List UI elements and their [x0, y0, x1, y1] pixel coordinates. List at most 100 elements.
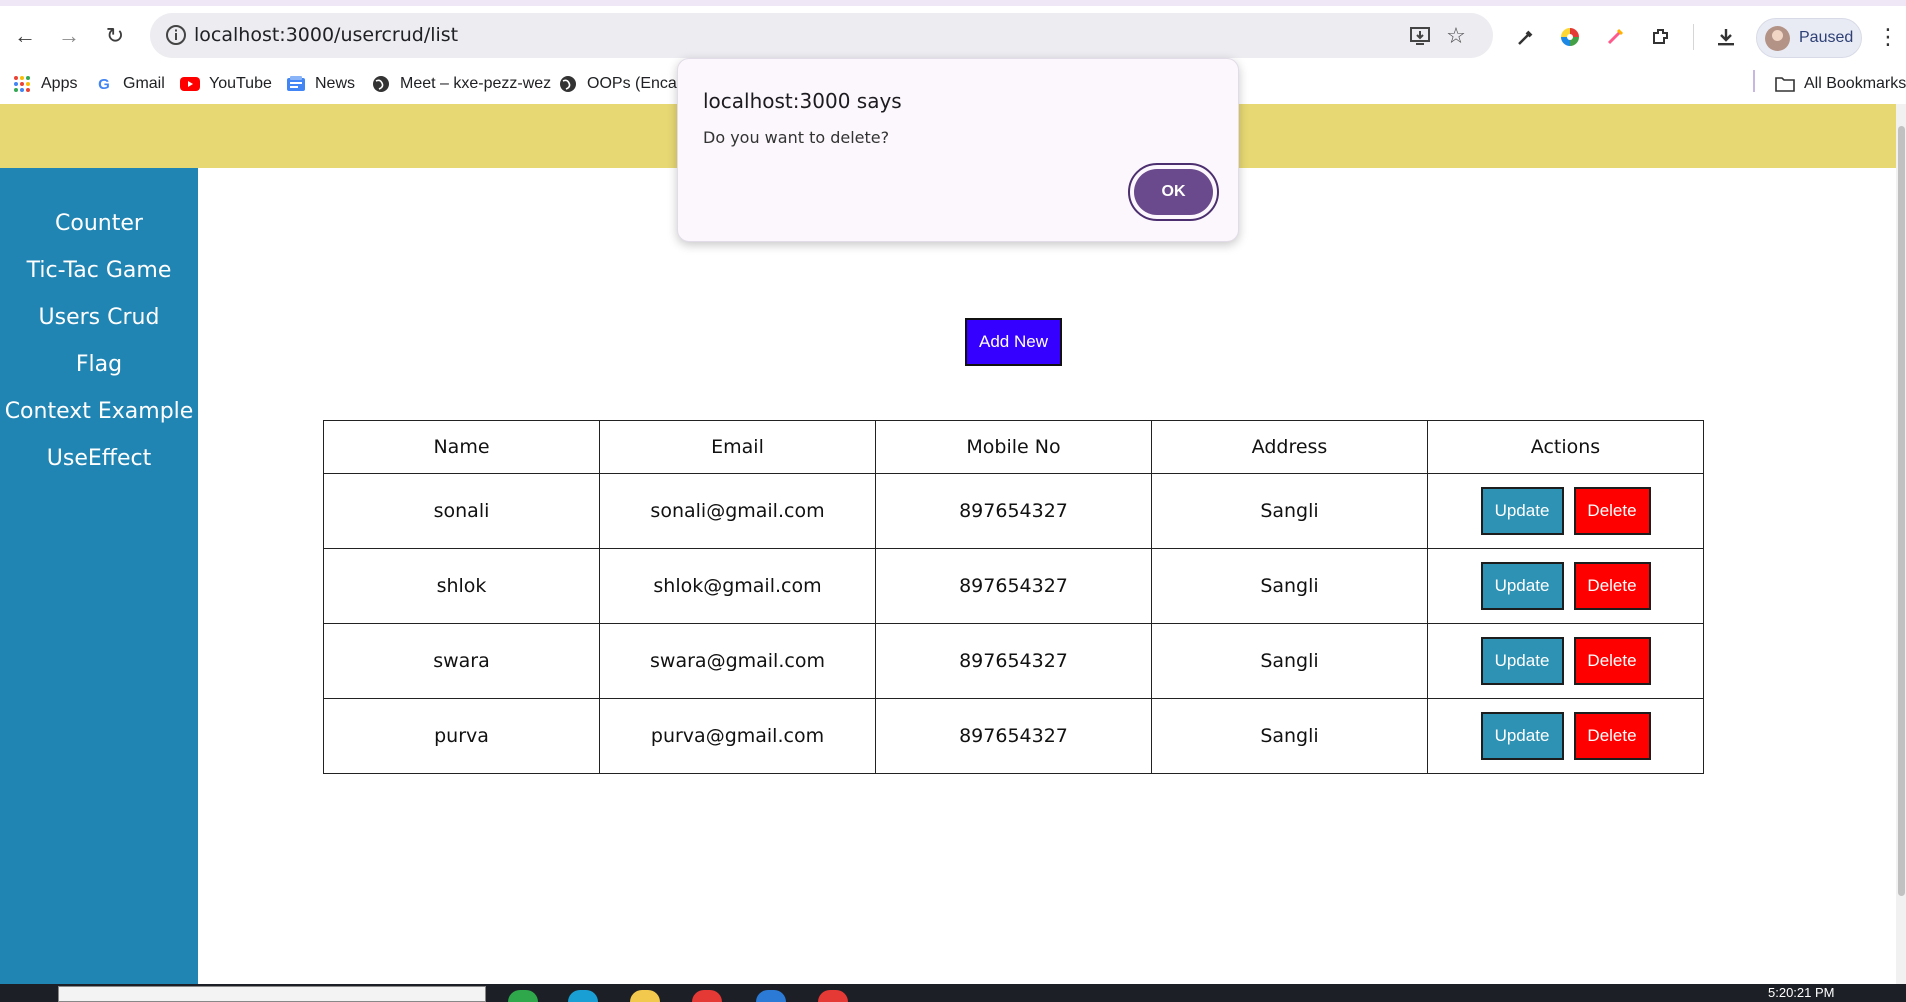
news-icon [286, 74, 306, 94]
cell-email: swara@gmail.com [599, 623, 876, 699]
apps-grid-icon [12, 74, 32, 94]
taskbar-search-box[interactable] [58, 986, 486, 1002]
cell-name: purva [323, 698, 600, 774]
cell-actions: Update Delete [1427, 698, 1704, 774]
table-row: sonali sonali@gmail.com 897654327 Sangli… [323, 473, 1704, 549]
update-button[interactable]: Update [1480, 637, 1564, 685]
dialog-title: localhost:3000 says [703, 89, 902, 113]
bookmark-gmail[interactable]: G Gmail [94, 72, 165, 96]
bookmark-news[interactable]: News [286, 72, 355, 96]
taskbar-app-icon[interactable] [818, 990, 848, 1002]
table-header-row: Name Email Mobile No Address Actions [323, 420, 1704, 474]
delete-button[interactable]: Delete [1573, 712, 1651, 760]
update-button[interactable]: Update [1480, 562, 1564, 610]
cell-email: sonali@gmail.com [599, 473, 876, 549]
eyedropper-extension-icon[interactable] [1512, 23, 1540, 51]
address-bar[interactable]: localhost:3000/usercrud/list ☆ [150, 13, 1493, 58]
bookmark-star-icon[interactable]: ☆ [1443, 23, 1469, 49]
taskbar-folder-icon[interactable] [630, 990, 660, 1002]
all-bookmarks[interactable]: All Bookmarks [1775, 72, 1906, 96]
dialog-message: Do you want to delete? [703, 128, 890, 147]
cell-email: purva@gmail.com [599, 698, 876, 774]
cell-address: Sangli [1151, 548, 1428, 624]
downloads-icon[interactable] [1712, 23, 1740, 51]
bookmark-label: Apps [41, 75, 78, 92]
ok-button[interactable]: OK [1134, 169, 1213, 215]
cell-actions: Update Delete [1427, 473, 1704, 549]
column-header-email: Email [599, 420, 876, 474]
taskbar-chrome-icon[interactable] [692, 990, 722, 1002]
extensions-puzzle-icon[interactable] [1647, 23, 1675, 51]
pen-extension-icon[interactable] [1601, 23, 1629, 51]
forward-icon[interactable]: → [52, 19, 86, 53]
cell-actions: Update Delete [1427, 548, 1704, 624]
url-text[interactable]: localhost:3000/usercrud/list [194, 24, 458, 46]
ok-button-focus-ring: OK [1128, 163, 1219, 221]
delete-button[interactable]: Delete [1573, 637, 1651, 685]
column-header-mobile: Mobile No [875, 420, 1152, 474]
sidebar-item-useeffect[interactable]: UseEffect [0, 446, 198, 471]
cell-address: Sangli [1151, 623, 1428, 699]
table-row: purva purva@gmail.com 897654327 Sangli U… [323, 698, 1704, 774]
browser-menu-icon[interactable]: ⋮ [1874, 23, 1902, 51]
os-taskbar: 5:20:21 PM [0, 984, 1906, 1002]
all-bookmarks-label: All Bookmarks [1804, 75, 1906, 92]
cell-actions: Update Delete [1427, 623, 1704, 699]
back-icon[interactable]: ← [8, 19, 42, 53]
bookmark-youtube[interactable]: YouTube [180, 72, 272, 96]
sidebar-item-tic-tac-game[interactable]: Tic-Tac Game [0, 258, 198, 283]
profile-status-label: Paused [1799, 29, 1854, 46]
sidebar-item-counter[interactable]: Counter [0, 211, 198, 236]
table-row: shlok shlok@gmail.com 897654327 Sangli U… [323, 548, 1704, 624]
bookmarks-divider [1753, 70, 1755, 92]
cell-mobile: 897654327 [875, 548, 1152, 624]
column-header-name: Name [323, 420, 600, 474]
browser-toolbar: ← → ↻ localhost:3000/usercrud/list ☆ Pau… [0, 6, 1906, 64]
cell-name: shlok [323, 548, 600, 624]
globe-icon [371, 74, 391, 94]
folder-icon [1775, 74, 1795, 94]
reload-icon[interactable]: ↻ [98, 19, 132, 53]
site-info-icon[interactable] [164, 23, 188, 47]
taskbar-app-icon[interactable] [568, 990, 598, 1002]
screen: ← → ↻ localhost:3000/usercrud/list ☆ Pau… [0, 0, 1906, 1002]
sidebar-item-context-example[interactable]: Context Example [0, 399, 198, 424]
sidebar-nav: Counter Tic-Tac Game Users Crud Flag Con… [0, 168, 198, 984]
delete-button[interactable]: Delete [1573, 562, 1651, 610]
sidebar-item-users-crud[interactable]: Users Crud [0, 305, 198, 330]
bookmark-label: YouTube [209, 75, 272, 92]
column-header-actions: Actions [1427, 420, 1704, 474]
taskbar-app-icon[interactable] [508, 990, 538, 1002]
bookmark-label: Gmail [123, 75, 165, 92]
scrollbar-thumb[interactable] [1898, 126, 1905, 896]
bookmark-meet[interactable]: Meet – kxe-pezz-wez [371, 72, 551, 96]
bookmark-oops[interactable]: OOPs (Encaps [558, 72, 694, 96]
profile-button[interactable]: Paused [1756, 18, 1862, 58]
cell-mobile: 897654327 [875, 623, 1152, 699]
cell-name: sonali [323, 473, 600, 549]
toolbar-divider [1693, 24, 1694, 50]
cell-address: Sangli [1151, 698, 1428, 774]
cell-address: Sangli [1151, 473, 1428, 549]
install-app-icon[interactable] [1407, 23, 1433, 49]
color-wheel-extension-icon[interactable] [1556, 23, 1584, 51]
taskbar-vscode-icon[interactable] [756, 990, 786, 1002]
google-icon: G [98, 75, 110, 93]
taskbar-clock: 5:20:21 PM [1768, 985, 1835, 1000]
alert-dialog: localhost:3000 says Do you want to delet… [677, 58, 1239, 242]
update-button[interactable]: Update [1480, 487, 1564, 535]
delete-button[interactable]: Delete [1573, 487, 1651, 535]
bookmark-apps[interactable]: Apps [12, 72, 77, 96]
cell-mobile: 897654327 [875, 698, 1152, 774]
globe-icon [558, 74, 578, 94]
sidebar-item-flag[interactable]: Flag [0, 352, 198, 377]
add-new-button[interactable]: Add New [965, 318, 1062, 366]
cell-name: swara [323, 623, 600, 699]
update-button[interactable]: Update [1480, 712, 1564, 760]
avatar [1765, 26, 1790, 51]
cell-email: shlok@gmail.com [599, 548, 876, 624]
users-table: Name Email Mobile No Address Actions son… [323, 420, 1704, 774]
bookmark-label: Meet – kxe-pezz-wez [400, 75, 552, 92]
bookmark-label: News [315, 75, 356, 92]
cell-mobile: 897654327 [875, 473, 1152, 549]
